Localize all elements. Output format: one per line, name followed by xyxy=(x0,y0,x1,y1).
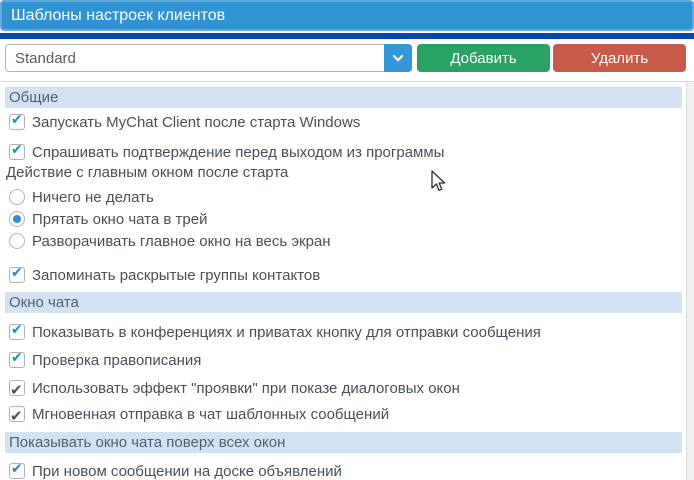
checkbox-row-instant-templates[interactable]: ✔ Мгновенная отправка в чат шаблонных со… xyxy=(9,405,685,423)
radio-label: Прятать окно чата в трей xyxy=(32,211,207,228)
template-dropdown-value: Standard xyxy=(6,50,385,67)
checkbox-label: Запускать MyChat Client после старта Win… xyxy=(32,114,360,131)
delete-button[interactable]: Удалить xyxy=(553,44,686,72)
section-header-general: Общие xyxy=(5,87,682,108)
window-titlebar: Шаблоны настроек клиентов xyxy=(0,0,694,31)
checkbox-checked-icon[interactable]: ✔ xyxy=(9,352,25,368)
toolbar: Standard Добавить Удалить xyxy=(0,39,694,81)
checkbox-row-autostart[interactable]: ✔ Запускать MyChat Client после старта W… xyxy=(9,113,685,131)
checkbox-label: Спрашивать подтверждение перед выходом и… xyxy=(32,144,444,161)
checkbox-unchecked-icon[interactable]: ✔ xyxy=(9,406,25,422)
checkbox-checked-icon[interactable]: ✔ xyxy=(9,144,25,160)
checkbox-label: Запоминать раскрытые группы контактов xyxy=(32,267,320,284)
radio-unchecked-icon[interactable] xyxy=(9,189,25,205)
section-title: Общие xyxy=(9,89,58,106)
checkbox-label: Проверка правописания xyxy=(32,352,201,369)
checkbox-row-fade-effect[interactable]: ✔ Использовать эффект "проявки" при пока… xyxy=(9,379,685,397)
checkbox-label: Мгновенная отправка в чат шаблонных сооб… xyxy=(32,406,389,423)
main-window-action-label: Действие с главным окном после старта xyxy=(6,164,685,181)
vertical-scrollbar[interactable] xyxy=(686,82,694,480)
checkbox-label: Показывать в конференциях и приватах кно… xyxy=(32,324,541,341)
checkbox-label: Использовать эффект "проявки" при показе… xyxy=(32,380,460,397)
radio-row-hide-to-tray[interactable]: Прятать окно чата в трей xyxy=(9,210,685,228)
radio-checked-icon[interactable] xyxy=(9,211,25,227)
window-title: Шаблоны настроек клиентов xyxy=(11,7,225,25)
radio-label: Ничего не делать xyxy=(32,189,154,206)
checkbox-checked-icon[interactable]: ✔ xyxy=(9,463,25,479)
client-settings-templates-window: Шаблоны настроек клиентов Standard Добав… xyxy=(0,0,694,480)
checkbox-checked-icon[interactable]: ✔ xyxy=(9,114,25,130)
section-title: Показывать окно чата поверх всех окон xyxy=(9,434,285,451)
checkbox-label: При новом сообщении на доске объявлений xyxy=(32,463,342,480)
radio-row-maximize[interactable]: Разворачивать главное окно на весь экран xyxy=(9,232,685,250)
checkbox-row-spellcheck[interactable]: ✔ Проверка правописания xyxy=(9,351,685,369)
checkbox-row-remember-groups[interactable]: ✔ Запоминать раскрытые группы контактов xyxy=(9,266,685,284)
checkbox-checked-icon[interactable]: ✔ xyxy=(9,267,25,283)
checkbox-row-send-button[interactable]: ✔ Показывать в конференциях и приватах к… xyxy=(9,323,685,341)
radio-label: Разворачивать главное окно на весь экран xyxy=(32,233,331,250)
checkbox-row-board-message[interactable]: ✔ При новом сообщении на доске объявлени… xyxy=(9,462,685,480)
section-header-always-on-top: Показывать окно чата поверх всех окон xyxy=(5,432,682,453)
checkbox-checked-icon[interactable]: ✔ xyxy=(9,324,25,340)
radio-unchecked-icon[interactable] xyxy=(9,233,25,249)
settings-list: Общие ✔ Запускать MyChat Client после ст… xyxy=(0,82,685,480)
chevron-down-icon[interactable] xyxy=(384,44,412,72)
checkbox-row-confirm-exit[interactable]: ✔ Спрашивать подтверждение перед выходом… xyxy=(9,143,685,161)
template-dropdown[interactable]: Standard xyxy=(5,44,412,72)
section-title: Окно чата xyxy=(9,294,79,311)
checkbox-unchecked-icon[interactable]: ✔ xyxy=(9,380,25,396)
add-button[interactable]: Добавить xyxy=(417,44,550,72)
section-header-chat-window: Окно чата xyxy=(5,292,682,313)
radio-row-do-nothing[interactable]: Ничего не делать xyxy=(9,188,685,206)
